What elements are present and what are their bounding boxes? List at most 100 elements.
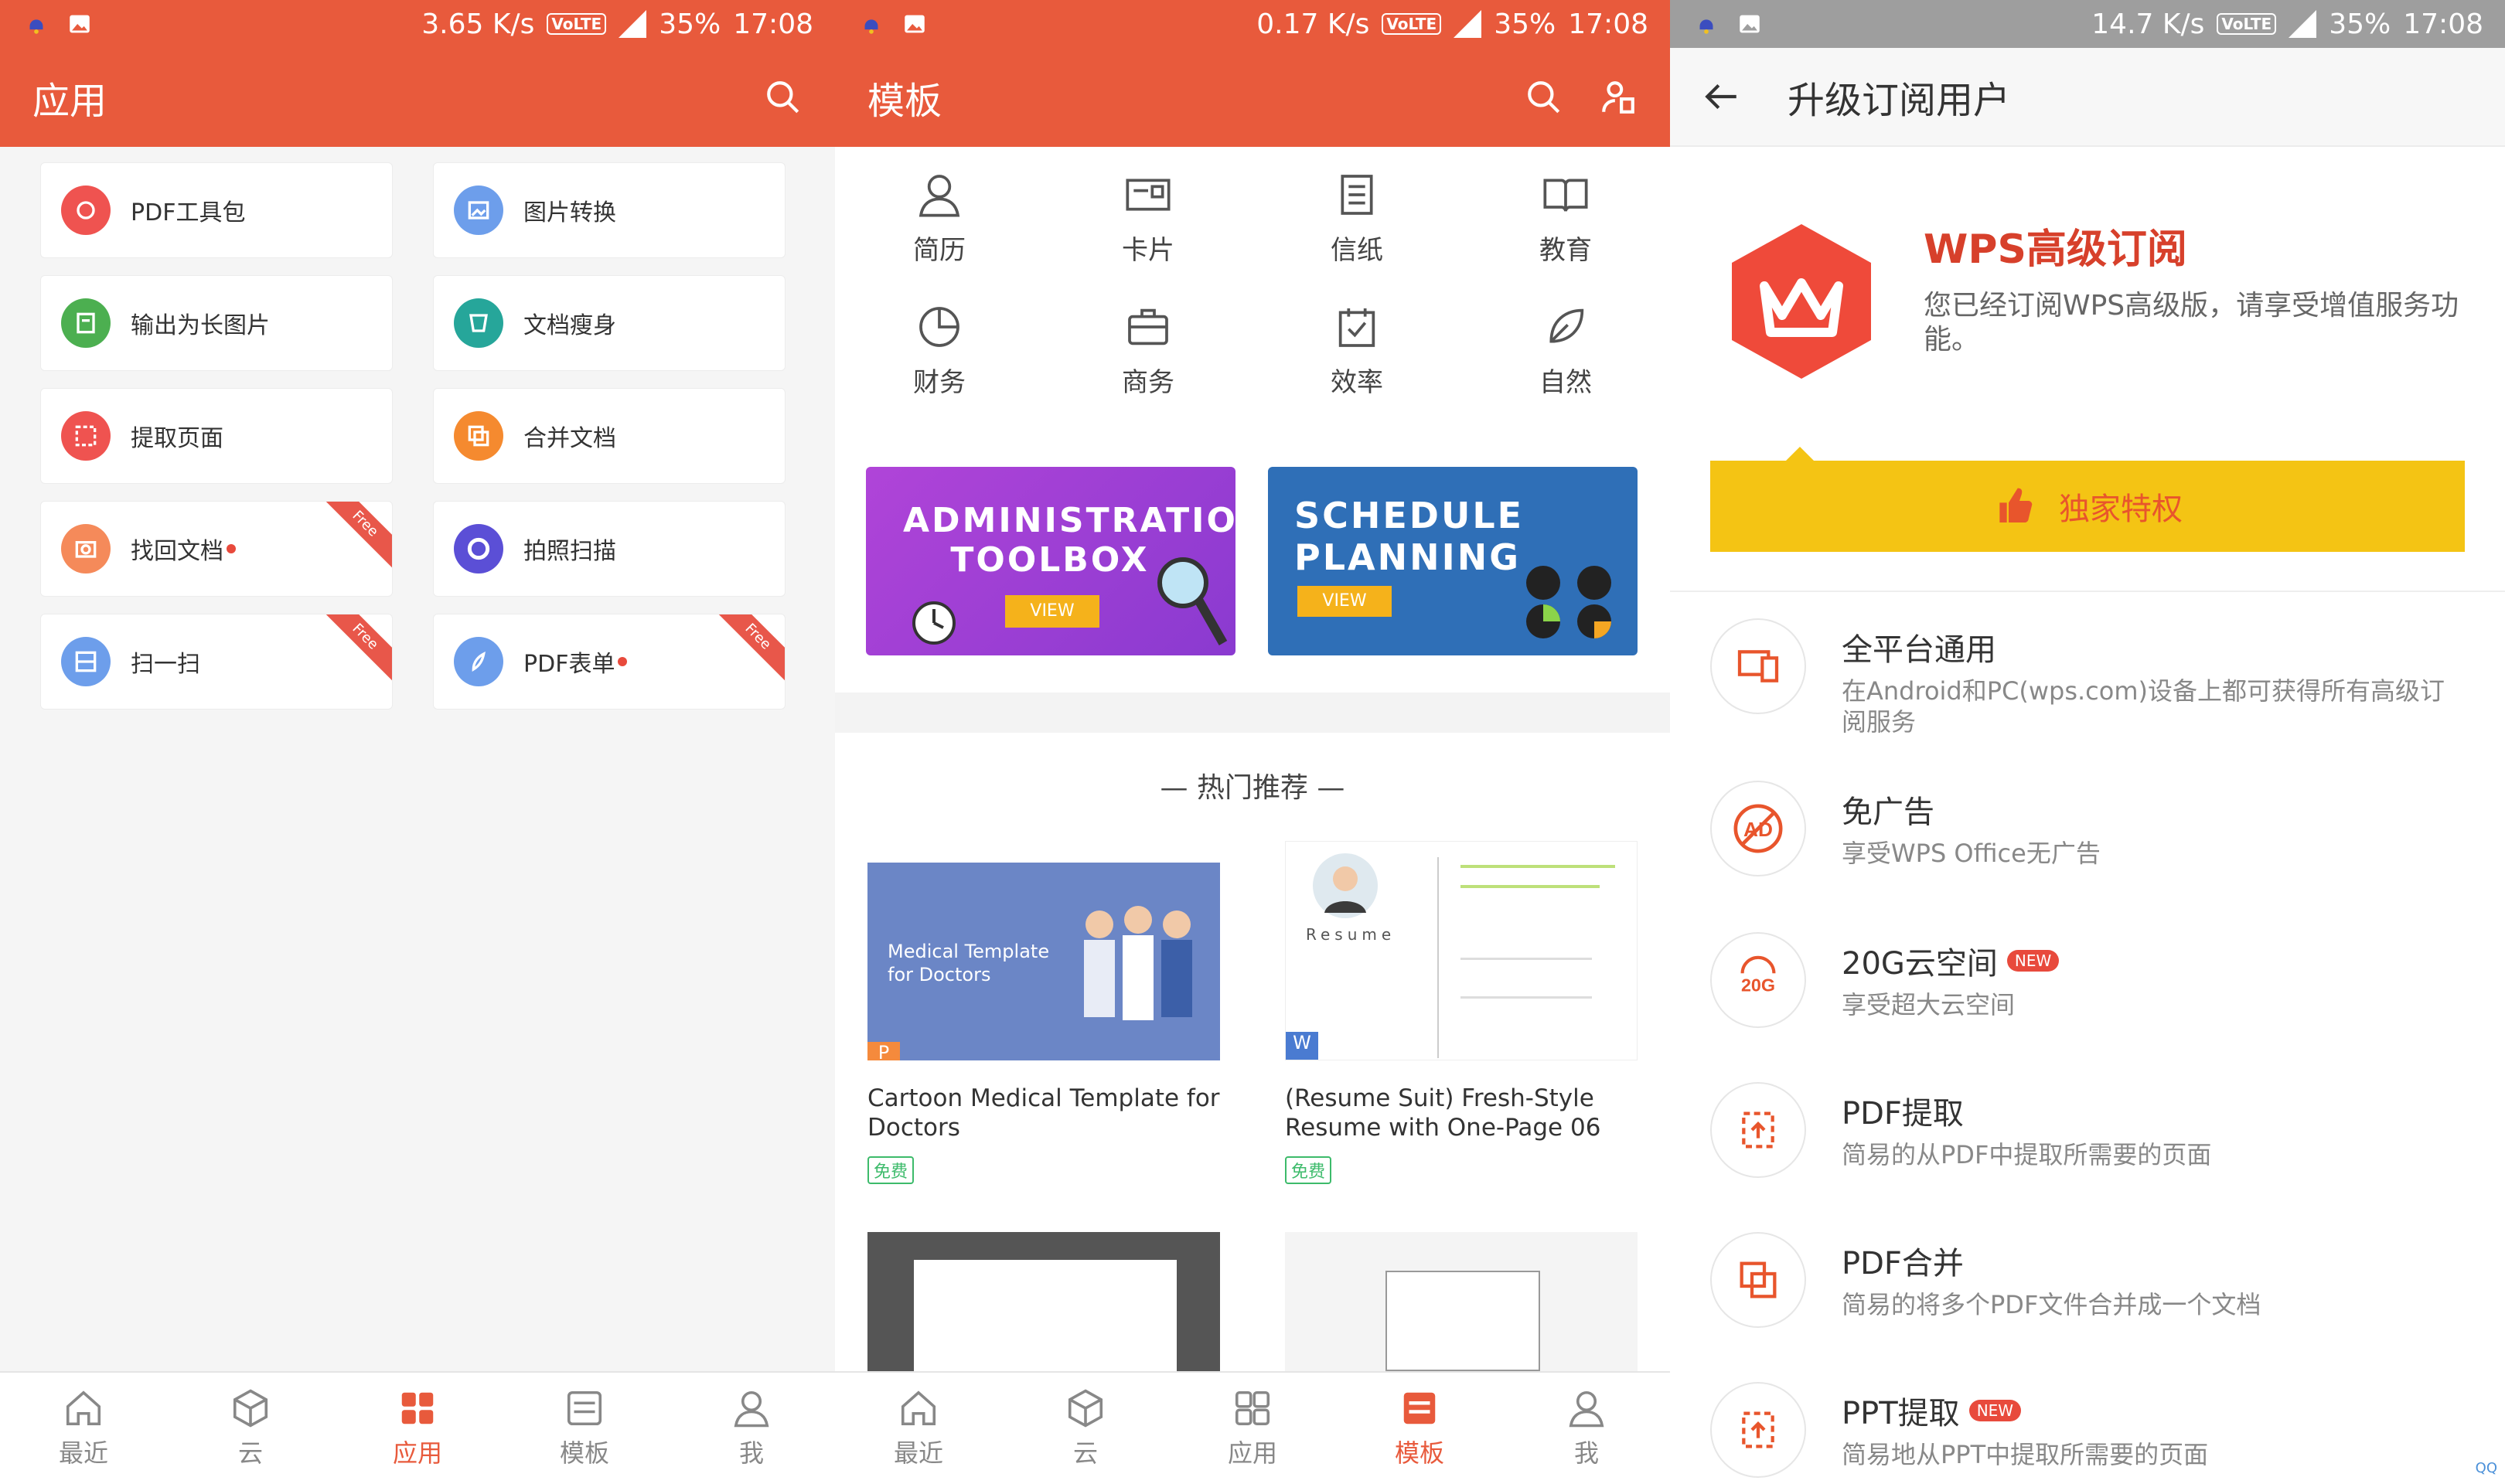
subscription-title: WPS高级订阅 [1924, 226, 2187, 273]
scan-code-icon [61, 637, 111, 686]
category-resume[interactable]: 简历 [835, 170, 1044, 267]
page-title: 升级订阅用户 [1788, 79, 2011, 122]
feature-desc: 享受WPS Office无广告 [1842, 839, 2101, 868]
feature-desc: 简易的将多个PDF文件合并成一个文档 [1842, 1290, 2261, 1319]
section-divider [835, 693, 1670, 733]
templates-screen: 0.17 K/s VoLTE 35% 17:08 模板 简历 卡片 信纸 教育财务 商务… [835, 0, 1670, 1484]
category-business[interactable]: 商务 [1044, 302, 1252, 399]
thumb-text: Resume [1306, 925, 1396, 944]
status-bar: 0.17 K/s VoLTE 35% 17:08 [835, 0, 1670, 48]
clock: 17:08 [1568, 8, 1648, 40]
cloud-box-icon [233, 1389, 268, 1428]
template-card[interactable]: Medical Template for Doctors P Cartoon M… [867, 841, 1220, 1184]
card-thumbnail [914, 1260, 1177, 1376]
nav-apps[interactable]: 应用 [334, 1373, 501, 1484]
image-icon [905, 15, 925, 33]
feature-desc: 享受超大云空间 [1842, 990, 2016, 1019]
nav-label: 最近 [58, 1438, 108, 1468]
feature-all-platform: 全平台通用 在Android和PC(wps.com)设备上都可获得所有高级订阅服务 [1710, 618, 2483, 737]
ppt-extract-icon [1710, 1382, 1806, 1478]
efficiency-icon [1338, 308, 1375, 347]
free-tag: 免费 [1285, 1156, 1332, 1184]
signal-icon [2289, 10, 2317, 38]
nav-templates[interactable]: 模板 [1336, 1373, 1503, 1484]
category-nature[interactable]: 自然 [1461, 302, 1670, 399]
template-icon [567, 1390, 602, 1426]
template-card[interactable]: Resume W (Resume Suit) Fresh-Style Resum… [1285, 841, 1638, 1184]
view-button[interactable]: VIEW [1005, 595, 1099, 628]
chart-circles-icon [1526, 566, 1611, 638]
apps-grid-icon [1235, 1390, 1270, 1426]
home-icon [66, 1390, 101, 1426]
tool-image-convert[interactable]: 图片转换 [433, 162, 786, 258]
category-label: 卡片 [1122, 235, 1174, 266]
nav-apps[interactable]: 应用 [1169, 1373, 1336, 1484]
image-convert-icon [454, 186, 503, 235]
apps-grid-icon [401, 1392, 434, 1424]
nav-templates[interactable]: 模板 [501, 1373, 668, 1484]
user-document-icon[interactable] [1599, 78, 1638, 117]
ppt-badge-icon: P [867, 1042, 900, 1060]
feature-desc: 简易地从PPT中提取所需要的页面 [1842, 1440, 2209, 1469]
category-label: 教育 [1539, 235, 1592, 266]
long-image-icon [61, 298, 111, 348]
tool-extract-page[interactable]: 提取页面 [40, 388, 393, 484]
tool-scan-code[interactable]: 扫一扫 Free [40, 614, 393, 710]
tool-label: 文档瘦身 [523, 312, 616, 339]
tool-recover-doc[interactable]: 找回文档 Free [40, 501, 393, 597]
profile-icon [734, 1390, 769, 1428]
back-arrow-icon[interactable] [1702, 77, 1741, 116]
category-label: 财务 [913, 367, 966, 398]
category-efficiency[interactable]: 效率 [1252, 302, 1461, 399]
tool-pdf-form[interactable]: PDF表单 Free [433, 614, 786, 710]
template-icon [1403, 1392, 1436, 1424]
template-card-partial[interactable] [867, 1232, 1220, 1376]
category-finance[interactable]: 财务 [835, 302, 1044, 399]
page-title: 模板 [867, 80, 942, 123]
nav-me[interactable]: 我 [1503, 1373, 1670, 1484]
nav-me[interactable]: 我 [668, 1373, 835, 1484]
tool-long-image[interactable]: 输出为长图片 [40, 275, 393, 371]
nav-label: 模板 [1394, 1438, 1444, 1468]
banner-admin-toolbox[interactable]: ADMINISTRATION TOOLBOX VIEW [866, 467, 1235, 655]
nav-cloud[interactable]: 云 [1002, 1373, 1169, 1484]
signal-icon [1454, 10, 1482, 38]
feature-title: PDF合并 [1842, 1246, 1964, 1281]
subscription-desc: 您已经订阅WPS高级版，请享受增值服务功能。 [1924, 290, 2459, 356]
search-icon[interactable] [764, 78, 803, 117]
status-bar: 14.7 K/s VoLTE 35% 17:08 [1670, 0, 2505, 48]
status-bar: 3.65 K/s VoLTE 35% 17:08 [0, 0, 835, 48]
network-speed: 3.65 K/s [421, 8, 535, 40]
nav-cloud[interactable]: 云 [167, 1373, 334, 1484]
tool-merge-doc[interactable]: 合并文档 [433, 388, 786, 484]
nav-recent[interactable]: 最近 [835, 1373, 1002, 1484]
resume-icon [918, 175, 960, 217]
tool-photo-scan[interactable]: 拍照扫描 [433, 501, 786, 597]
tool-pdf-toolkit[interactable]: PDF工具包 [40, 162, 393, 258]
card-thumbnail [1385, 1271, 1540, 1371]
page-title: 应用 [32, 80, 107, 123]
tool-label: 扫一扫 [131, 651, 200, 678]
word-badge-icon: W [1286, 1032, 1318, 1060]
banner-schedule-planning[interactable]: SCHEDULE PLANNING VIEW [1268, 467, 1638, 655]
nature-icon [1549, 308, 1584, 343]
search-icon[interactable] [1525, 78, 1563, 117]
free-ribbon: Free [315, 502, 392, 574]
free-ribbon: Free [708, 614, 785, 686]
category-letter[interactable]: 信纸 [1252, 170, 1461, 267]
thumbs-up-icon [1999, 488, 2033, 522]
category-education[interactable]: 教育 [1461, 170, 1670, 267]
bar-line [1460, 958, 1592, 960]
app-bar: 应用 [0, 48, 835, 147]
thumb-text: Medical Template for Doctors [888, 941, 1050, 985]
template-card-partial[interactable] [1285, 1232, 1638, 1371]
extract-page-icon [61, 411, 111, 461]
category-card[interactable]: 卡片 [1044, 170, 1252, 267]
feature-title: PDF提取 [1842, 1096, 1964, 1132]
feature-desc: 在Android和PC(wps.com)设备上都可获得所有高级订阅服务 [1842, 676, 2445, 737]
nav-recent[interactable]: 最近 [0, 1373, 167, 1484]
banner-line1: ADMINISTRATION [903, 501, 1235, 540]
view-button[interactable]: VIEW [1297, 586, 1392, 617]
tool-doc-slim[interactable]: 文档瘦身 [433, 275, 786, 371]
notification-icon [1699, 19, 1713, 34]
